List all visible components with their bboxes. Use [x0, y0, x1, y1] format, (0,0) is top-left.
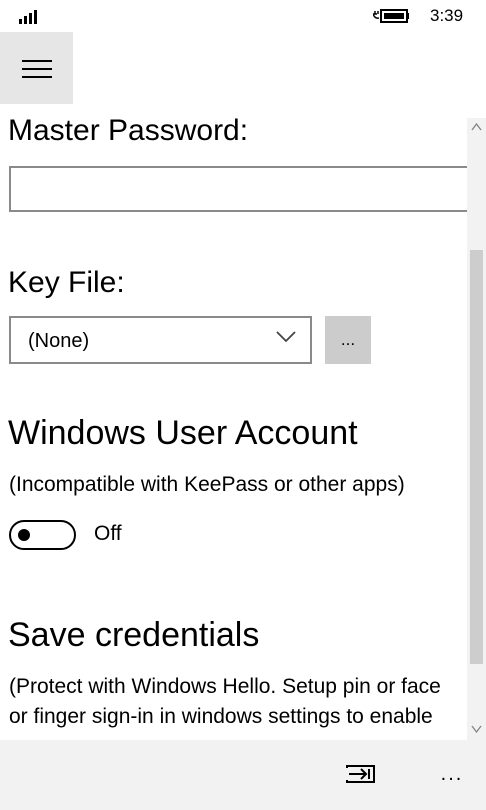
windows-user-account-note: (Incompatible with KeePass or other apps…	[9, 473, 405, 496]
save-credentials-note-line1: (Protect with Windows Hello. Setup pin o…	[9, 675, 441, 698]
key-file-selected-value: (None)	[28, 330, 90, 352]
signal-bars-icon	[19, 8, 43, 24]
key-file-label: Key File:	[8, 266, 125, 299]
scrollbar-thumb[interactable]	[470, 250, 483, 664]
chevron-down-icon	[276, 331, 296, 343]
scroll-down-icon[interactable]	[471, 724, 482, 734]
toggle-knob	[18, 529, 30, 541]
browse-key-file-button[interactable]: ...	[325, 316, 371, 364]
master-password-field[interactable]	[9, 166, 470, 212]
toggle-state-label: Off	[94, 522, 122, 545]
hamburger-menu-button[interactable]	[0, 32, 73, 104]
enter-arrow-icon[interactable]	[343, 760, 381, 788]
save-credentials-note: (Protect with Windows Hello. Setup pin o…	[9, 672, 470, 732]
save-credentials-note-line2: or finger sign-in in windows settings to…	[9, 705, 433, 728]
key-file-dropdown[interactable]: (None)	[9, 316, 312, 364]
windows-user-account-heading: Windows User Account	[8, 414, 358, 452]
scroll-up-icon[interactable]	[471, 122, 482, 132]
bottom-app-bar: ...	[0, 740, 486, 810]
login-form: Master Password: Key File: (None) ... Wi…	[0, 104, 470, 740]
battery-charging-icon	[373, 9, 409, 23]
master-password-label: Master Password:	[8, 114, 249, 147]
hamburger-menu-icon	[22, 60, 52, 62]
clock: 3:39	[430, 6, 464, 25]
save-credentials-heading: Save credentials	[8, 616, 260, 654]
status-bar: 3:39	[0, 0, 486, 32]
more-options-button[interactable]: ...	[430, 760, 474, 788]
windows-user-account-toggle[interactable]	[9, 520, 76, 550]
